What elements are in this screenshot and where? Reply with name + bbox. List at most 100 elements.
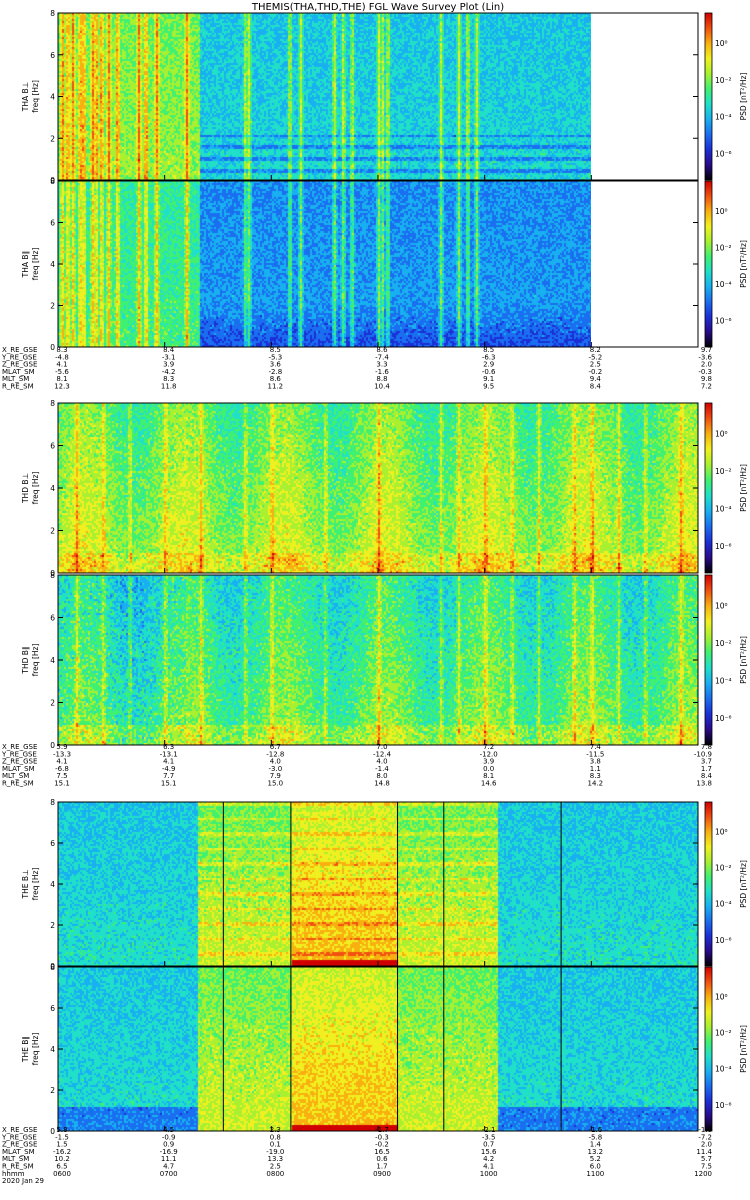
colorbar-tick-label: 10⁻⁴ (715, 900, 732, 909)
y-tick-label: 2 (50, 699, 55, 708)
y-tick-label: 2 (50, 527, 55, 536)
colorbar-tick-label: 10⁰ (715, 430, 728, 439)
ephemeris-value: 0600 (53, 1170, 71, 1178)
colorbar-tick-label: 10⁻² (715, 639, 732, 648)
ephemeris-label: R_RE_SM (2, 780, 34, 788)
ephemeris-value: 12.3 (54, 383, 70, 391)
y-tick-label: 6 (50, 219, 55, 228)
y-tick-label: 4 (50, 260, 55, 269)
colorbar-tick-label: 10⁻² (715, 1029, 732, 1038)
colorbar-tick-label: 10⁻⁶ (715, 149, 732, 158)
y-tick-label: 2 (50, 134, 55, 143)
y-tick-label: 0 (50, 343, 55, 352)
ephemeris-value: 9.5 (483, 383, 494, 391)
colorbar-tick-label: 10⁻⁶ (715, 714, 732, 723)
y-axis-label: THD B⊥freq [Hz] (21, 472, 40, 505)
ephemeris-value: 14.2 (588, 780, 604, 788)
spectrogram-image (58, 181, 591, 347)
y-tick-label: 8 (50, 399, 55, 408)
ephemeris-block: X_RE_GSEY_RE_GSEZ_RE_GSEMLAT_SMMLT_SMR_R… (1, 743, 713, 788)
ephemeris-value: 14.8 (374, 780, 390, 788)
ephemeris-value: 1000 (480, 1170, 498, 1178)
colorbar-tick-label: 10⁻² (715, 467, 732, 476)
ephemeris-value: 15.1 (161, 780, 177, 788)
y-tick-label: 6 (50, 614, 55, 623)
ephemeris-value: 8.4 (590, 383, 602, 391)
ephemeris-value: 11.8 (161, 383, 177, 391)
colorbar-label: PSD [nT²/Hz] (739, 73, 748, 121)
colorbar-tick-label: 10⁻⁶ (715, 316, 732, 325)
ephemeris-value: 7.2 (701, 383, 712, 391)
colorbar-tick-label: 10⁻⁴ (715, 676, 732, 685)
y-tick-label: 8 (50, 963, 55, 972)
y-tick-label: 4 (50, 1045, 55, 1054)
spectrogram-image (58, 802, 698, 966)
y-axis-label: THE B⊥freq [Hz] (21, 868, 40, 901)
y-axis-label: THE B∥freq [Hz] (21, 1033, 40, 1066)
wave-survey-figure: THEMIS(THA,THD,THE) FGL Wave Survey Plot… (1, 2, 748, 1185)
colorbar-label: PSD [nT²/Hz] (739, 464, 748, 512)
ephemeris-value: 15.1 (54, 780, 70, 788)
y-tick-label: 4 (50, 484, 55, 493)
spectrogram-panel: 02468THA B⊥freq [Hz]10⁰10⁻²10⁻⁴10⁻⁶PSD [… (21, 9, 748, 185)
colorbar-tick-label: 10⁻⁴ (715, 504, 732, 513)
colorbar-tick-label: 10⁻² (715, 243, 732, 252)
y-tick-label: 6 (50, 839, 55, 848)
spectrogram-image (58, 403, 698, 573)
y-tick-label: 8 (50, 798, 55, 807)
colorbar (704, 12, 713, 181)
colorbar-tick-label: 10⁻⁴ (715, 280, 732, 289)
ephemeris-block: X_RE_GSEY_RE_GSEZ_RE_GSEMLAT_SMMLT_SMR_R… (1, 1126, 713, 1185)
ephemeris-value: 0700 (160, 1170, 178, 1178)
colorbar-tick-label: 10⁻⁶ (715, 1101, 732, 1110)
spectrogram-panels: 0 2 4 6 8 THA B⊥freq [Hz] 10⁰ 10⁻² 10⁻⁴ 10⁻⁶ PSD [… (21, 9, 748, 1136)
ephemeris-label: 2020 Jan 29 (2, 1177, 44, 1185)
colorbar (704, 801, 713, 967)
colorbar (704, 966, 713, 1132)
spectrogram-image (58, 967, 698, 1131)
ephemeris-value: 13.8 (696, 780, 712, 788)
y-axis-label: THD B∥freq [Hz] (21, 644, 40, 677)
y-tick-label: 4 (50, 656, 55, 665)
y-tick-label: 8 (50, 9, 55, 18)
colorbar (704, 574, 713, 746)
colorbar-tick-label: 10⁻² (715, 864, 732, 873)
y-tick-label: 8 (50, 177, 55, 186)
colorbar-tick-label: 10⁻⁶ (715, 542, 732, 551)
ephemeris-block: X_RE_GSEY_RE_GSEZ_RE_GSEMLAT_SMMLT_SMR_R… (1, 346, 713, 391)
spectrogram-panel: 02468THE B⊥freq [Hz]10⁰10⁻²10⁻⁴10⁻⁶PSD [… (21, 798, 748, 971)
colorbar-tick-label: 10⁻⁴ (715, 1065, 732, 1074)
spectrogram-image (58, 575, 698, 745)
y-tick-label: 2 (50, 302, 55, 311)
colorbar-tick-label: 10⁰ (715, 602, 728, 611)
colorbar-label: PSD [nT²/Hz] (739, 636, 748, 684)
y-tick-label: 0 (50, 741, 55, 750)
colorbar-label: PSD [nT²/Hz] (739, 1025, 748, 1073)
colorbar-tick-label: 10⁰ (715, 828, 728, 837)
y-tick-label: 6 (50, 1004, 55, 1013)
colorbar-label: PSD [nT²/Hz] (739, 240, 748, 288)
spectrogram-panel: 02468THE B∥freq [Hz]10⁰10⁻²10⁻⁴10⁻⁶PSD [… (21, 963, 748, 1136)
colorbar-tick-label: 10⁻² (715, 76, 732, 85)
colorbar-tick-label: 10⁰ (715, 993, 728, 1002)
y-tick-label: 8 (50, 571, 55, 580)
y-tick-label: 6 (50, 442, 55, 451)
y-tick-label: 4 (50, 880, 55, 889)
spectrogram-image (58, 13, 591, 180)
colorbar-label: PSD [nT²/Hz] (739, 860, 748, 908)
colorbar (704, 180, 713, 348)
spectrogram-panel: 02468THD B⊥freq [Hz]10⁰10⁻²10⁻⁴10⁻⁶PSD [… (21, 399, 748, 578)
spectrogram-panel: 0 2 4 6 8 THA B∥freq [Hz] 10⁰ 10⁻² 10⁻⁴ 10⁻⁶ PSD [… (21, 177, 748, 352)
ephemeris-value: 15.0 (268, 780, 284, 788)
ephemeris-value: 0900 (373, 1170, 391, 1178)
ephemeris-value: 10.4 (374, 383, 390, 391)
y-tick-label: 2 (50, 921, 55, 930)
ephemeris-value: 1200 (694, 1170, 712, 1178)
colorbar (704, 402, 713, 574)
ephemeris-value: 0800 (266, 1170, 284, 1178)
plot-title: THEMIS(THA,THD,THE) FGL Wave Survey Plot… (251, 2, 504, 13)
spectrogram-panel: 0 2 4 6 8 THD B∥freq [Hz] 10⁰ 10⁻² 10⁻⁴ 10⁻⁶ PSD [… (21, 571, 748, 750)
colorbar-tick-label: 10⁰ (715, 39, 728, 48)
y-axis-label: THA B∥freq [Hz] (21, 248, 40, 281)
y-tick-label: 2 (50, 1086, 55, 1095)
